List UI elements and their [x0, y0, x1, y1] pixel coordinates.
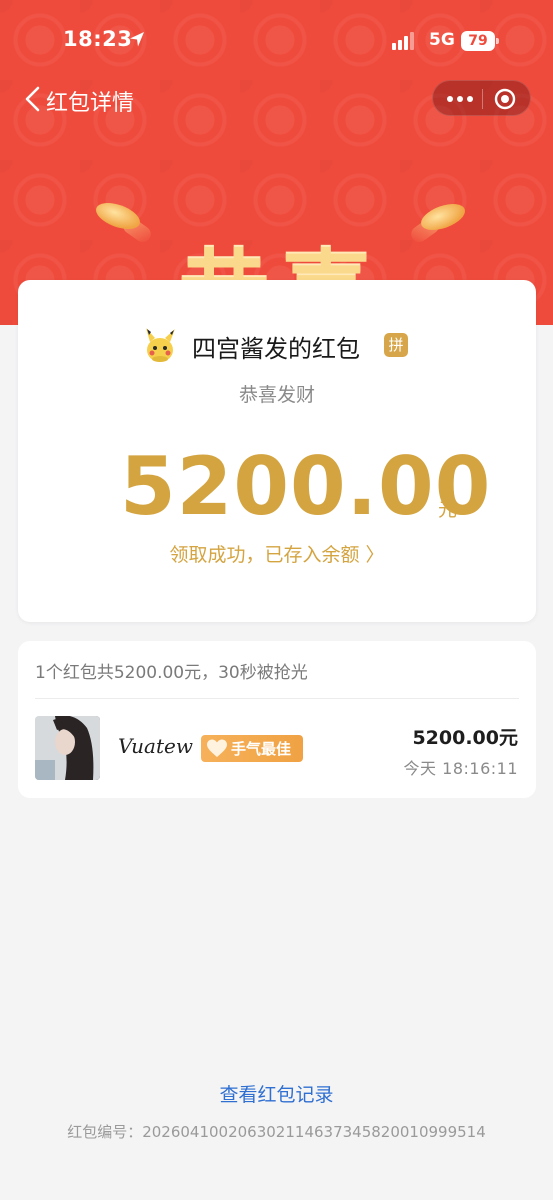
battery-level: 79 [461, 31, 495, 51]
nav-bar: 红包详情 [0, 80, 553, 120]
records-summary: 1个红包共5200.00元，30秒被抢光 [35, 663, 308, 683]
mini-program-capsule [432, 80, 531, 116]
balance-link[interactable]: 领取成功，已存入余额 〉 [18, 540, 536, 567]
avatar-photo-icon [35, 716, 100, 780]
close-target-icon[interactable] [494, 88, 516, 110]
divider [35, 698, 519, 699]
status-time: 18:23 [63, 27, 133, 51]
pin-badge: 拼 [384, 333, 408, 357]
receiver-name: Vuatew [118, 734, 193, 758]
receiver-amount: 5200.00元 [412, 727, 518, 749]
best-luck-label: 手气最佳 [231, 740, 292, 758]
signal-icon [392, 32, 414, 50]
best-luck-badge: 手气最佳 [201, 735, 303, 762]
network-type: 5G [429, 30, 455, 50]
blessing-text: 恭喜发财 [238, 384, 315, 406]
back-chevron-icon[interactable] [24, 86, 42, 112]
heart-hand-icon [207, 739, 227, 757]
amount-unit: 元 [438, 499, 458, 521]
view-records-link[interactable]: 查看红包记录 [0, 1080, 553, 1107]
battery-tip [496, 38, 499, 44]
red-packet-card: 四宫酱发的红包 拼 恭喜发财 5200.00 元 领取成功，已存入余额 〉 [18, 280, 536, 622]
capsule-divider [482, 89, 483, 109]
pikachu-avatar-icon [146, 328, 175, 362]
avatar[interactable] [35, 716, 100, 780]
page-title[interactable]: 红包详情 [46, 85, 134, 117]
status-bar: 18:23 5G 79 [0, 0, 553, 82]
receive-time: 今天 18:16:11 [403, 759, 518, 778]
sender-row: 四宫酱发的红包 拼 [18, 324, 536, 368]
battery-icon: 79 [461, 31, 499, 51]
received-amount: 5200.00 [120, 440, 492, 533]
location-arrow-icon [130, 32, 144, 47]
records-card: 1个红包共5200.00元，30秒被抢光 Vuatew 手气最佳 5200.00… [18, 641, 536, 798]
more-dots-icon[interactable] [445, 90, 475, 108]
packet-serial: 红包编号：20260410020630211463734582001099951… [67, 1123, 486, 1141]
sender-title: 四宫酱发的红包 [192, 335, 360, 363]
